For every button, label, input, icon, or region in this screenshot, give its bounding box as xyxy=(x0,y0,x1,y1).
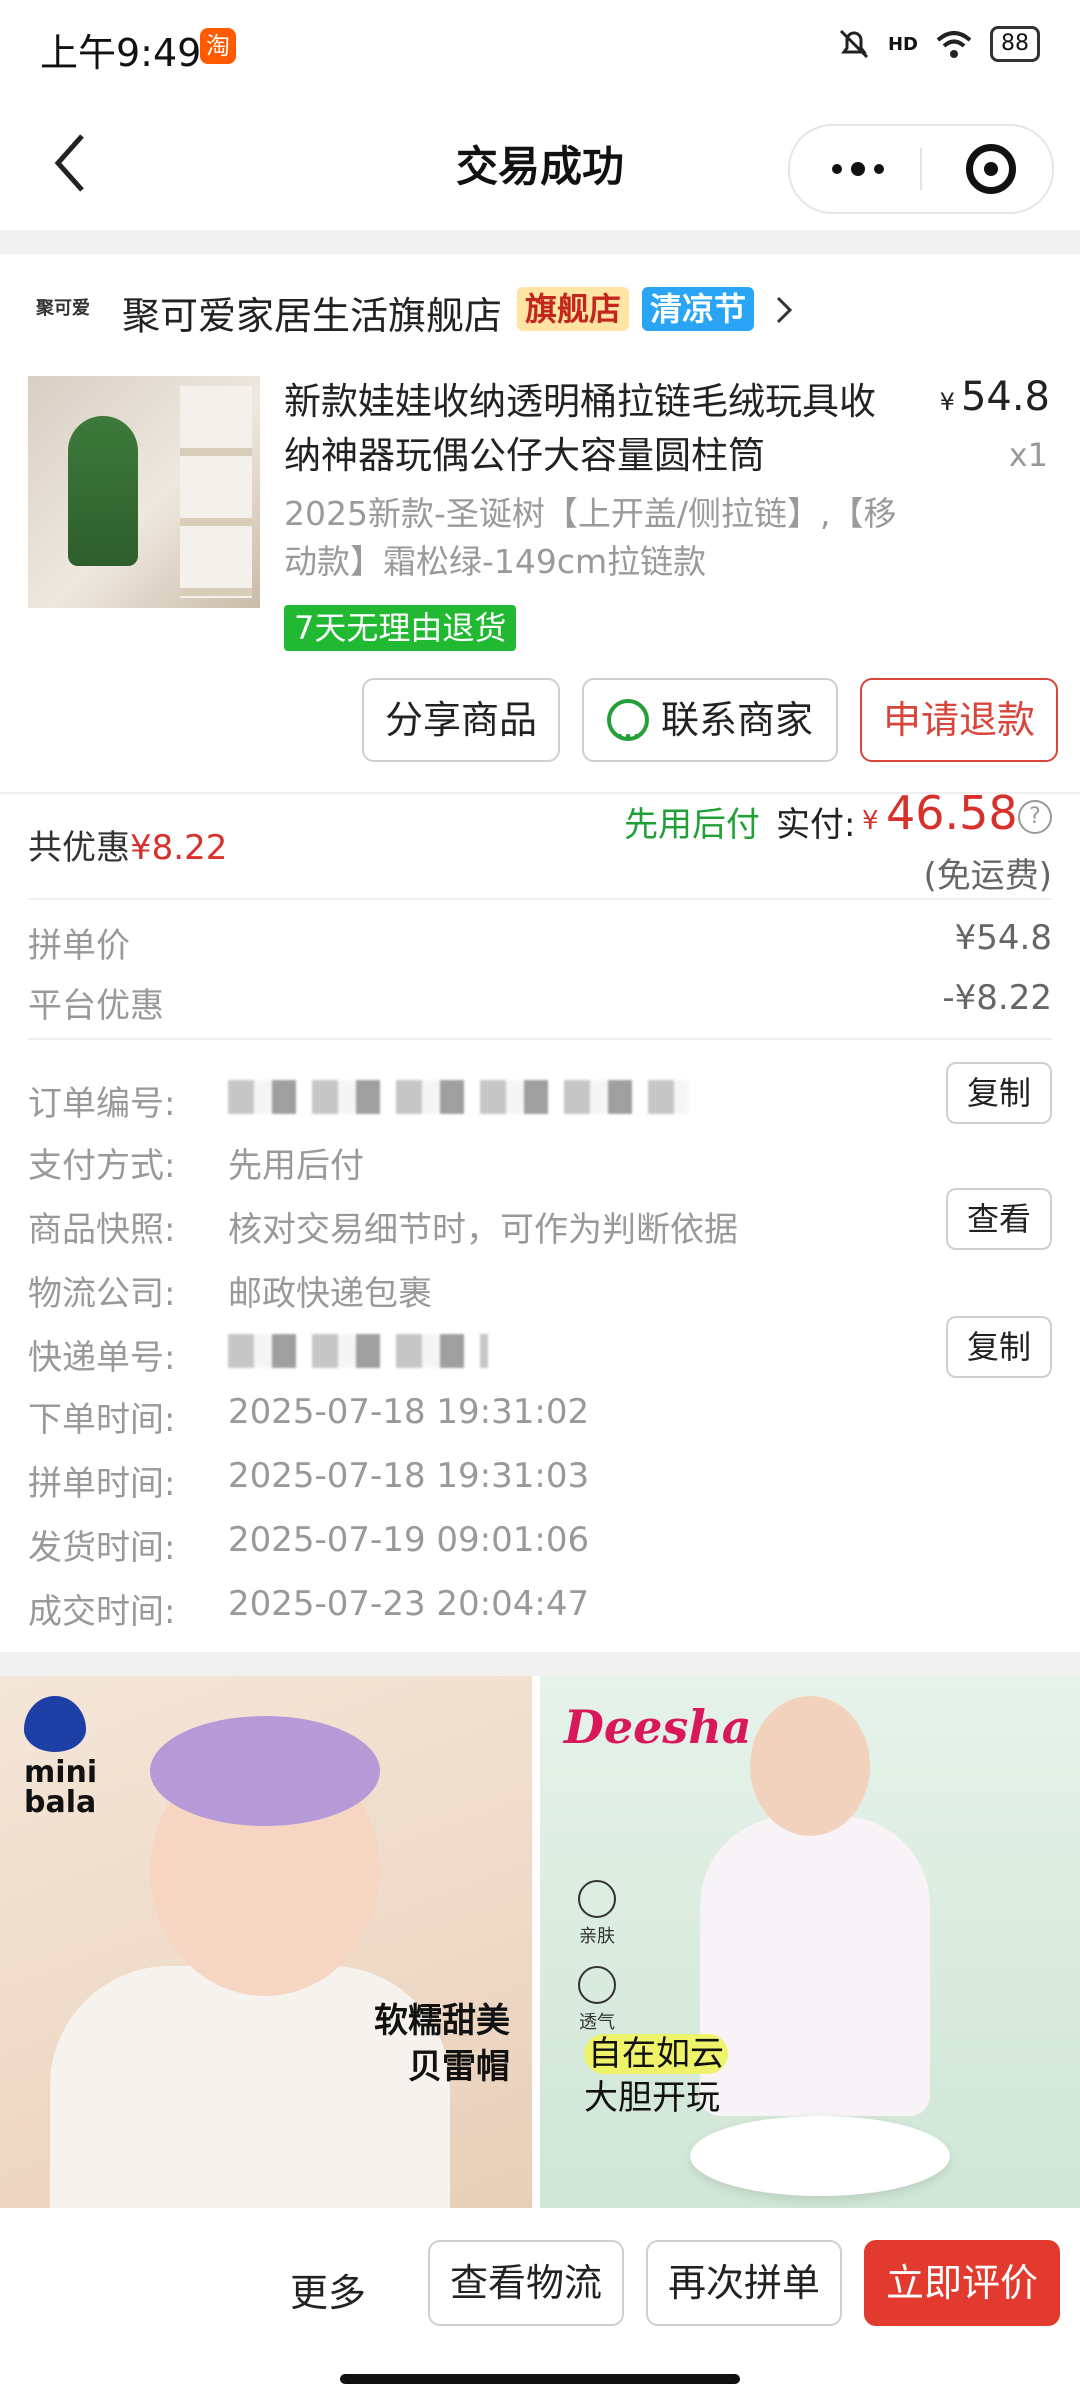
home-indicator[interactable] xyxy=(340,2374,740,2384)
reorder-button[interactable]: 再次拼单 xyxy=(646,2240,842,2326)
feature-skin-friendly-label: 亲肤 xyxy=(579,1926,615,1947)
order-time-value: 2025-07-18 19:31:02 xyxy=(228,1392,590,1432)
product-image-tree xyxy=(68,416,138,566)
feature-breathable: 透气 xyxy=(578,1966,616,2034)
total-discount-label: 共优惠 xyxy=(28,828,130,868)
ship-time-value: 2025-07-19 09:01:06 xyxy=(228,1520,590,1560)
contact-seller-label: 联系商家 xyxy=(660,698,813,742)
product-image-detail-cards xyxy=(180,386,252,598)
minibala-logo-line2: bala xyxy=(24,1785,97,1820)
ad-left-slogan-line1: 软糯甜美 xyxy=(374,2001,510,2041)
group-price-value: ¥54.8 xyxy=(954,918,1052,958)
logistics-company-label: 物流公司: xyxy=(28,1274,176,1314)
feature-skin-friendly: 亲肤 xyxy=(578,1880,616,1948)
section-spacer xyxy=(0,1652,1080,1676)
deal-time-value: 2025-07-23 20:04:47 xyxy=(228,1584,590,1624)
mini-program-capsule xyxy=(788,124,1054,214)
paid-currency: ¥ xyxy=(862,806,879,836)
store-logo: 聚可爱 xyxy=(36,298,90,319)
order-time-label: 下单时间: xyxy=(28,1400,176,1440)
payment-method-label: 支付方式: xyxy=(28,1146,176,1186)
platform-discount-label: 平台优惠 xyxy=(28,986,164,1026)
contact-seller-button[interactable]: 联系商家 xyxy=(582,678,838,777)
product-quantity: x1 xyxy=(1008,436,1048,474)
deesha-logo: Deesha xyxy=(564,1700,752,1754)
ad-right-slogan-line1: 自在如云 xyxy=(584,2034,728,2074)
wifi-icon xyxy=(936,31,972,58)
ad-right-slogan-line2: 大胆开玩 xyxy=(584,2078,720,2118)
price-value: 54.8 xyxy=(960,374,1050,420)
ad-child-beret xyxy=(150,1716,380,1826)
help-icon[interactable]: ? xyxy=(1018,800,1052,834)
group-price-label: 拼单价 xyxy=(28,926,130,966)
battery-icon: 88 xyxy=(990,26,1040,62)
more-button[interactable]: 更多 xyxy=(290,2262,366,2317)
divider xyxy=(28,898,1052,900)
more-dots-icon[interactable] xyxy=(828,160,888,178)
tracking-number-label: 快递单号: xyxy=(28,1338,176,1378)
ad-banner-deesha[interactable]: Deesha 亲肤 透气 自在如云 大胆开玩 xyxy=(540,1676,1080,2208)
ad-banner-minibala[interactable]: mini bala 软糯甜美贝雷帽 xyxy=(0,1676,532,2208)
ship-time-label: 发货时间: xyxy=(28,1528,176,1568)
share-product-button[interactable]: 分享商品 xyxy=(362,678,560,762)
mute-bell-icon xyxy=(839,29,869,59)
ad-right-slogan: 自在如云 大胆开玩 xyxy=(584,2032,728,2120)
ad-left-slogan: 软糯甜美贝雷帽 xyxy=(374,1998,510,2090)
ad-pillow xyxy=(690,2116,950,2196)
order-number-redacted xyxy=(228,1080,688,1114)
tracking-number-redacted xyxy=(228,1334,488,1368)
group-time-value: 2025-07-18 19:31:03 xyxy=(228,1456,590,1496)
taobao-app-icon: 淘 xyxy=(200,28,236,64)
view-logistics-button[interactable]: 查看物流 xyxy=(428,2240,624,2326)
total-discount: 共优惠¥8.22 xyxy=(28,820,227,869)
platform-discount-value: -¥8.22 xyxy=(942,978,1052,1018)
minibala-logo-text: mini bala xyxy=(24,1758,97,1818)
price-currency: ¥ xyxy=(939,388,955,416)
snapshot-value: 核对交易细节时，可作为判断依据 xyxy=(228,1210,738,1250)
minibala-logo-line1: mini xyxy=(24,1755,98,1790)
logistics-company-value: 邮政快递包裹 xyxy=(228,1274,432,1314)
product-price: ¥54.8 xyxy=(940,374,1050,420)
refund-button[interactable]: 申请退款 xyxy=(860,678,1058,762)
signal-icon: HD xyxy=(887,33,918,55)
status-time: 上午9:49 xyxy=(40,31,202,75)
ad-child-face xyxy=(750,1696,870,1836)
feature-breathable-label: 透气 xyxy=(579,2012,615,2033)
ad-child-pajamas xyxy=(700,1816,930,2116)
return-policy-badge: 7天无理由退货 xyxy=(284,605,517,651)
free-shipping-note: (免运费) xyxy=(923,856,1052,896)
paid-amount: 46.58 xyxy=(886,786,1018,840)
status-icons: HD 88 xyxy=(836,26,1040,62)
payment-method-value: 先用后付 xyxy=(228,1146,364,1186)
copy-order-number-button[interactable]: 复制 xyxy=(946,1062,1052,1124)
capsule-divider xyxy=(920,148,922,190)
fabric-icon xyxy=(578,1880,616,1918)
total-discount-value: ¥8.22 xyxy=(130,828,228,868)
section-spacer xyxy=(0,230,1080,254)
product-spec: 2025新款-圣诞树【上开盖/侧拉链】,【移动款】霜松绿-149cm拉链款 xyxy=(284,494,897,581)
copy-tracking-button[interactable]: 复制 xyxy=(946,1316,1052,1378)
write-review-button[interactable]: 立即评价 xyxy=(864,2240,1060,2326)
group-time-label: 拼单时间: xyxy=(28,1464,176,1504)
store-name[interactable]: 聚可爱家居生活旗舰店 xyxy=(122,285,502,340)
ad-left-slogan-line2: 贝雷帽 xyxy=(408,2047,510,2087)
minibala-logo-icon xyxy=(24,1696,86,1752)
order-number-label: 订单编号: xyxy=(28,1084,176,1124)
wind-icon xyxy=(578,1966,616,2004)
divider xyxy=(28,1038,1052,1040)
pay-later-label: 先用后付 xyxy=(624,805,760,845)
paid-label: 实付: xyxy=(776,805,856,845)
view-snapshot-button[interactable]: 查看 xyxy=(946,1188,1052,1250)
chat-icon xyxy=(606,697,649,777)
snapshot-label: 商品快照: xyxy=(28,1210,176,1250)
flagship-badge: 旗舰店 xyxy=(517,287,630,331)
close-target-icon[interactable] xyxy=(966,144,1016,194)
deal-time-label: 成交时间: xyxy=(28,1592,176,1632)
chevron-right-icon[interactable] xyxy=(770,290,798,330)
product-image[interactable] xyxy=(28,376,260,608)
product-title[interactable]: 新款娃娃收纳透明桶拉链毛绒玩具收纳神器玩偶公仔大容量圆柱筒 xyxy=(284,375,904,483)
event-badge: 清凉节 xyxy=(642,287,755,331)
